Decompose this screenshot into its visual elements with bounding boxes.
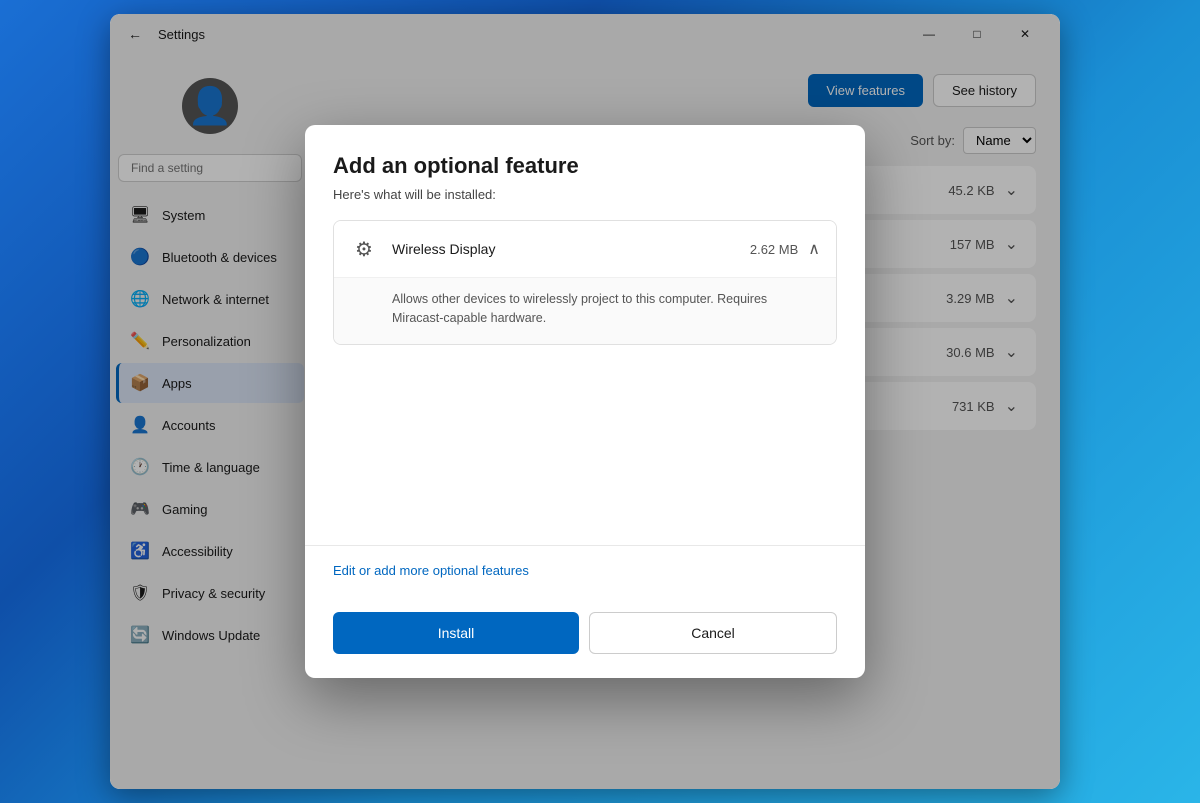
modal-subtitle: Here's what will be installed: [333, 187, 837, 202]
settings-window: ← Settings — □ ✕ 👤 🖥 System 🔵 Bluet [110, 14, 1060, 789]
modal-footer: Install Cancel [305, 596, 865, 678]
edit-features-link[interactable]: Edit or add more optional features [333, 563, 529, 578]
install-button[interactable]: Install [333, 612, 579, 654]
chevron-up-icon: ∧ [808, 239, 820, 259]
modal-title: Add an optional feature [333, 153, 837, 179]
add-optional-feature-modal: Add an optional feature Here's what will… [305, 125, 865, 678]
feature-card-header[interactable]: ⚙ Wireless Display 2.62 MB ∧ [334, 221, 836, 277]
modal-body: Add an optional feature Here's what will… [305, 125, 865, 545]
cancel-button[interactable]: Cancel [589, 612, 837, 654]
feature-card: ⚙ Wireless Display 2.62 MB ∧ Allows othe… [333, 220, 837, 345]
modal-overlay: Add an optional feature Here's what will… [110, 14, 1060, 789]
feature-card-size: 2.62 MB [750, 242, 798, 257]
wireless-display-icon: ⚙ [350, 235, 378, 263]
spacer [333, 345, 837, 545]
modal-link-row: Edit or add more optional features [305, 545, 865, 596]
feature-card-description: Allows other devices to wirelessly proje… [334, 277, 836, 344]
feature-card-name: Wireless Display [392, 241, 750, 257]
